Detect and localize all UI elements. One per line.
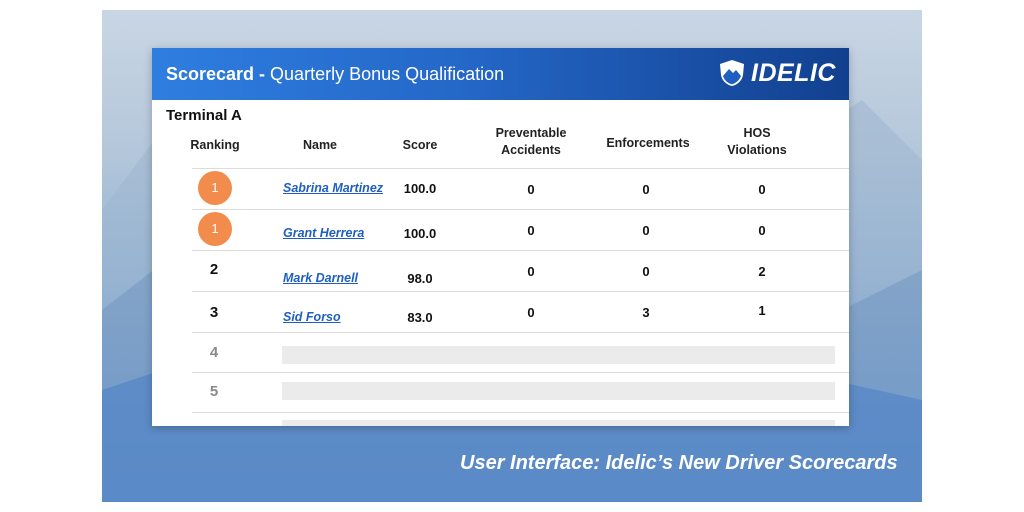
hos-value: 0 (758, 223, 766, 238)
accidents-value: 0 (527, 223, 535, 238)
row-divider (192, 168, 849, 169)
col-ranking: Ranking (190, 138, 240, 152)
col-hos-violations: HOS Violations (727, 126, 787, 157)
scorecard-panel: Scorecard - Quarterly Bonus Qualificatio… (152, 48, 849, 426)
accidents-value: 0 (527, 182, 535, 197)
rank-number: 2 (209, 261, 219, 278)
enforcements-value: 0 (642, 223, 650, 238)
col-name: Name (302, 138, 338, 152)
rank-number: 5 (209, 383, 219, 400)
enforcements-value: 0 (642, 264, 650, 279)
row-divider (192, 412, 849, 413)
hos-value: 0 (758, 182, 766, 197)
shield-mountain-icon (720, 60, 744, 86)
row-divider (192, 291, 849, 292)
terminal-label: Terminal A (166, 107, 242, 124)
rank-number: 4 (209, 344, 219, 361)
hos-value: 1 (758, 303, 766, 318)
enforcements-value: 0 (642, 182, 650, 197)
loading-placeholder-bar (282, 420, 835, 426)
rank-number: 3 (209, 304, 219, 321)
row-divider (192, 250, 849, 251)
rank-badge: 1 (198, 212, 232, 246)
driver-name-link[interactable]: Mark Darnell (283, 271, 358, 285)
enforcements-value: 3 (642, 305, 650, 320)
score-value: 98.0 (407, 271, 433, 286)
driver-name-link[interactable]: Sabrina Martinez (283, 181, 383, 195)
loading-placeholder-bar (282, 382, 835, 400)
col-preventable-accidents: Preventable Accidents (495, 126, 567, 157)
accidents-value: 0 (527, 264, 535, 279)
loading-placeholder-bar (282, 346, 835, 364)
row-divider (192, 332, 849, 333)
rank-badge: 1 (198, 171, 232, 205)
hos-value: 2 (758, 264, 766, 279)
score-value: 100.0 (403, 181, 437, 196)
driver-name-link[interactable]: Grant Herrera (283, 226, 364, 240)
score-value: 83.0 (407, 310, 433, 325)
driver-name-link[interactable]: Sid Forso (283, 310, 341, 324)
accidents-value: 0 (527, 305, 535, 320)
scorecard-header: Scorecard - Quarterly Bonus Qualificatio… (152, 48, 849, 100)
row-divider (192, 209, 849, 210)
col-enforcements: Enforcements (606, 136, 690, 150)
idelic-logo: IDELIC (719, 58, 836, 88)
col-score: Score (402, 138, 438, 152)
caption: User Interface: Idelic’s New Driver Scor… (460, 452, 898, 474)
row-divider (192, 372, 849, 373)
scorecard-title: Scorecard - Quarterly Bonus Qualificatio… (166, 64, 505, 84)
score-value: 100.0 (403, 226, 437, 241)
